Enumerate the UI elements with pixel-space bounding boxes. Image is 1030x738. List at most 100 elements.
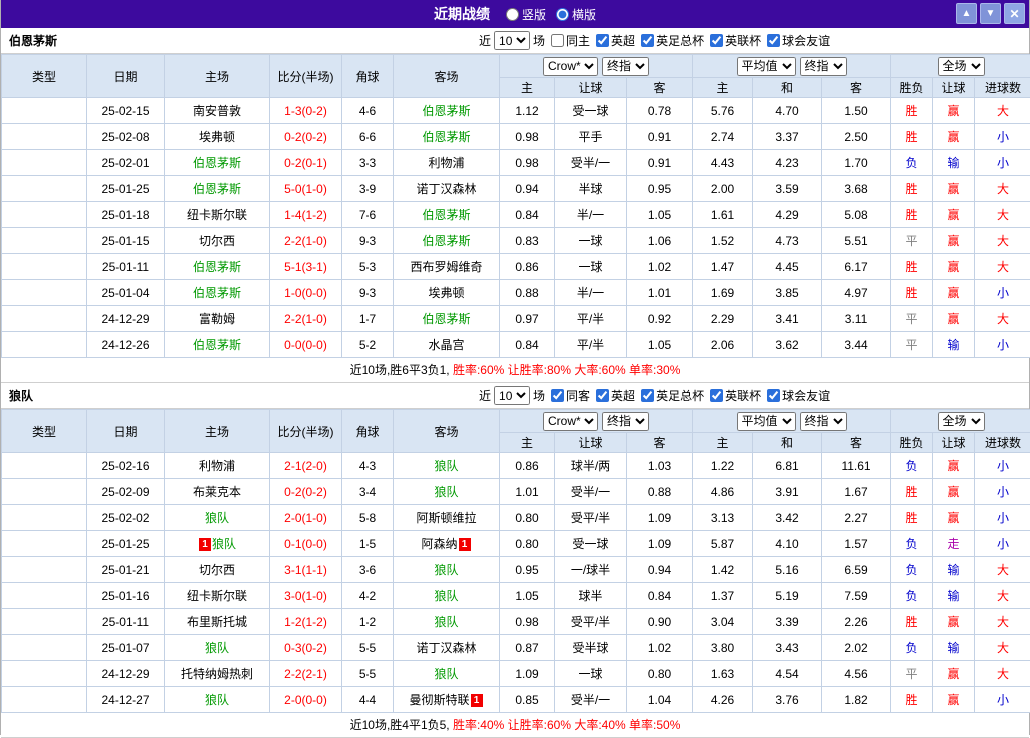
away-team: 诺丁汉森林	[394, 176, 500, 202]
col-handicap-line: 让球	[555, 78, 627, 98]
result-winloss: 胜	[891, 479, 933, 505]
efl-cup-checkbox-input[interactable]	[710, 34, 723, 47]
home-team: 布莱克本	[165, 479, 270, 505]
epl-checkbox-input[interactable]	[596, 389, 609, 402]
euro-company-select[interactable]: 平均值	[737, 57, 796, 76]
away-team: 伯恩茅斯	[394, 228, 500, 254]
league-checkbox-fa-cup[interactable]: 英足总杯	[641, 32, 704, 49]
match-date: 25-01-15	[87, 228, 165, 254]
same-venue-checkbox[interactable]: 同客	[551, 387, 590, 404]
corner-count: 5-3	[342, 254, 394, 280]
away-team: 埃弗顿	[394, 280, 500, 306]
score-halftime: 0-2(0-2)	[270, 124, 342, 150]
euro-draw-odds: 5.19	[753, 583, 822, 609]
result-handicap: 输	[933, 635, 975, 661]
euro-company-select[interactable]: 平均值	[737, 412, 796, 431]
handicap-company-select[interactable]: Crow*	[543, 57, 598, 76]
result-winloss: 胜	[891, 280, 933, 306]
away-team: 狼队	[394, 453, 500, 479]
result-handicap: 赢	[933, 505, 975, 531]
result-winloss: 胜	[891, 98, 933, 124]
same-venue-checkbox-input[interactable]	[551, 389, 564, 402]
epl-checkbox-input[interactable]	[596, 34, 609, 47]
away-team: 狼队	[394, 479, 500, 505]
handicap-index-select[interactable]: 终指	[602, 57, 649, 76]
table-row: 英足总杯 25-02-09 布莱克本 0-2(0-2) 3-4 狼队 1.01 …	[2, 479, 1030, 505]
result-goals: 大	[975, 609, 1030, 635]
same-venue-checkbox-input[interactable]	[551, 34, 564, 47]
efl-cup-checkbox-input[interactable]	[710, 389, 723, 402]
scroll-down-button[interactable]: ▼	[980, 3, 1001, 24]
team-name-text: 伯恩茅斯	[422, 312, 470, 326]
away-team: 曼彻斯特联1	[394, 687, 500, 713]
match-date: 24-12-27	[87, 687, 165, 713]
league-type-badge: 英超	[2, 280, 87, 306]
result-handicap: 赢	[933, 453, 975, 479]
result-goals: 小	[975, 687, 1030, 713]
euro-group-header: 平均值 终指	[693, 410, 891, 433]
team-name: 伯恩茅斯	[9, 32, 57, 49]
euro-index-select[interactable]: 终指	[800, 57, 847, 76]
euro-draw-odds: 3.37	[753, 124, 822, 150]
league-checkbox-epl[interactable]: 英超	[596, 387, 635, 404]
handicap-index-select[interactable]: 终指	[602, 412, 649, 431]
away-team: 阿森纳1	[394, 531, 500, 557]
euro-away-odds: 6.17	[822, 254, 891, 280]
handicap-company-select[interactable]: Crow*	[543, 412, 598, 431]
league-checkbox-friendly[interactable]: 球会友谊	[767, 387, 830, 404]
fa-cup-checkbox-input[interactable]	[641, 34, 654, 47]
team-name-text: 布莱克本	[193, 485, 241, 499]
match-date: 25-01-25	[87, 176, 165, 202]
window-controls: ▲ ▼ ✕	[956, 3, 1025, 24]
scope-select[interactable]: 全场	[938, 57, 985, 76]
layout-horizontal-option[interactable]: 横版	[556, 6, 596, 23]
away-team: 伯恩茅斯	[394, 202, 500, 228]
fa-cup-checkbox-input[interactable]	[641, 389, 654, 402]
result-winloss: 胜	[891, 176, 933, 202]
league-type-badge: 英超	[2, 306, 87, 332]
corner-count: 9-3	[342, 228, 394, 254]
same-venue-checkbox[interactable]: 同主	[551, 32, 590, 49]
league-checkbox-friendly[interactable]: 球会友谊	[767, 32, 830, 49]
league-checkbox-fa-cup[interactable]: 英足总杯	[641, 387, 704, 404]
layout-vertical-option[interactable]: 竖版	[506, 6, 546, 23]
euro-away-odds: 7.59	[822, 583, 891, 609]
horizontal-radio[interactable]	[556, 8, 569, 21]
result-handicap: 赢	[933, 280, 975, 306]
home-team: 狼队	[165, 505, 270, 531]
scope-group-header: 全场	[891, 55, 1030, 78]
result-winloss: 负	[891, 635, 933, 661]
friendly-checkbox-input[interactable]	[767, 389, 780, 402]
away-team: 狼队	[394, 609, 500, 635]
euro-away-odds: 2.26	[822, 609, 891, 635]
handicap-home-odds: 0.88	[500, 280, 555, 306]
league-checkbox-efl-cup[interactable]: 英联杯	[710, 32, 761, 49]
handicap-home-odds: 1.12	[500, 98, 555, 124]
league-checkbox-epl[interactable]: 英超	[596, 32, 635, 49]
scope-select[interactable]: 全场	[938, 412, 985, 431]
result-goals: 大	[975, 661, 1030, 687]
close-button[interactable]: ✕	[1004, 3, 1025, 24]
col-away: 客场	[394, 410, 500, 453]
euro-home-odds: 1.52	[693, 228, 753, 254]
vertical-radio[interactable]	[506, 8, 519, 21]
league-type-badge: 英超	[2, 98, 87, 124]
match-date: 25-02-16	[87, 453, 165, 479]
league-checkbox-efl-cup[interactable]: 英联杯	[710, 387, 761, 404]
team-name-text: 狼队	[205, 511, 229, 525]
team-name-text: 切尔西	[199, 234, 235, 248]
euro-index-select[interactable]: 终指	[800, 412, 847, 431]
euro-draw-odds: 3.42	[753, 505, 822, 531]
match-count-select[interactable]: 10	[494, 386, 530, 405]
col-corner: 角球	[342, 55, 394, 98]
friendly-checkbox-input[interactable]	[767, 34, 780, 47]
handicap-away-odds: 0.94	[627, 557, 693, 583]
score-halftime: 2-2(1-0)	[270, 306, 342, 332]
result-handicap: 赢	[933, 306, 975, 332]
result-handicap: 赢	[933, 661, 975, 687]
summary-line: 近10场,胜6平3负1, 胜率:60% 让胜率:80% 大率:60% 单率:30…	[1, 358, 1029, 383]
match-count-select[interactable]: 10	[494, 31, 530, 50]
result-winloss: 胜	[891, 687, 933, 713]
result-winloss: 胜	[891, 202, 933, 228]
scroll-up-button[interactable]: ▲	[956, 3, 977, 24]
